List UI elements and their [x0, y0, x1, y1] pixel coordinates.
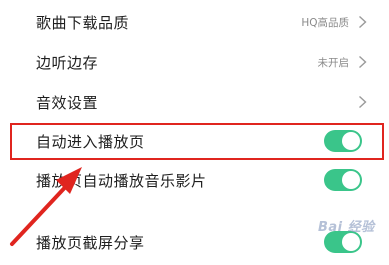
settings-screen: 歌曲下载品质 HQ高品质 边听边存 未开启 音效设置 自动进入播放页 播放页自动… — [0, 0, 389, 265]
watermark-logo: Bai 经验 — [318, 220, 375, 235]
